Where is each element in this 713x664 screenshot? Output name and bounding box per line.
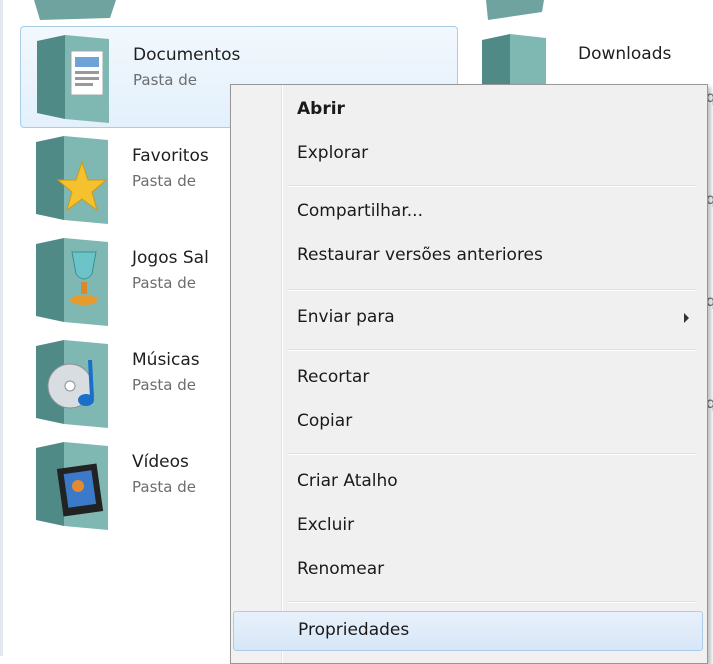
documents-folder-icon [37, 35, 109, 123]
menu-item-label: Renomear [297, 559, 385, 579]
menu-item-abrir[interactable]: Abrir [233, 91, 701, 129]
item-name: Músicas [132, 350, 200, 370]
videos-folder-icon [36, 442, 108, 530]
saved-games-folder-icon [36, 238, 108, 326]
menu-item-label: Propriedades [298, 620, 410, 640]
item-type: Pasta de [132, 172, 196, 190]
menu-item-label: Compartilhar... [297, 201, 423, 221]
music-folder-icon [36, 340, 108, 428]
menu-item-criar-atalho[interactable]: Criar Atalho [233, 463, 701, 501]
menu-item-label: Criar Atalho [297, 471, 398, 491]
submenu-arrow-icon [684, 313, 689, 323]
item-name: Jogos Sal [132, 248, 209, 268]
menu-item-copiar[interactable]: Copiar [233, 403, 701, 441]
context-menu: Abrir Explorar Compartilhar... Restaurar… [230, 84, 708, 664]
menu-item-compartilhar[interactable]: Compartilhar... [233, 193, 701, 231]
menu-separator [287, 349, 697, 351]
menu-item-label: Recortar [297, 367, 370, 387]
menu-item-label: Copiar [297, 411, 353, 431]
folder-icon-partial [34, 0, 116, 20]
item-name: Downloads [578, 44, 672, 64]
menu-item-excluir[interactable]: Excluir [233, 507, 701, 545]
item-type: Pasta de [132, 376, 196, 394]
menu-item-label: Abrir [297, 99, 345, 119]
favorites-folder-icon [36, 136, 108, 224]
menu-item-propriedades[interactable]: Propriedades [233, 611, 703, 651]
item-type: Pasta de [132, 478, 196, 496]
menu-separator [287, 453, 697, 455]
item-type: Pasta de [132, 274, 196, 292]
menu-item-enviar-para[interactable]: Enviar para [233, 299, 701, 337]
menu-separator [287, 289, 697, 291]
menu-separator [287, 185, 697, 187]
folder-icon-partial-right [486, 0, 544, 20]
item-name: Favoritos [132, 146, 209, 166]
menu-item-label: Enviar para [297, 307, 395, 327]
menu-item-label: Restaurar versões anteriores [297, 245, 543, 265]
menu-separator [287, 601, 697, 603]
pane-left-border [0, 0, 3, 656]
menu-item-label: Excluir [297, 515, 355, 535]
menu-item-recortar[interactable]: Recortar [233, 359, 701, 397]
item-type: Pasta de [133, 71, 197, 89]
item-name: Documentos [133, 45, 241, 65]
menu-item-renomear[interactable]: Renomear [233, 551, 701, 589]
menu-item-label: Explorar [297, 143, 369, 163]
item-name: Vídeos [132, 452, 189, 472]
menu-item-explorar[interactable]: Explorar [233, 135, 701, 173]
menu-item-restaurar-versoes[interactable]: Restaurar versões anteriores [233, 237, 701, 275]
